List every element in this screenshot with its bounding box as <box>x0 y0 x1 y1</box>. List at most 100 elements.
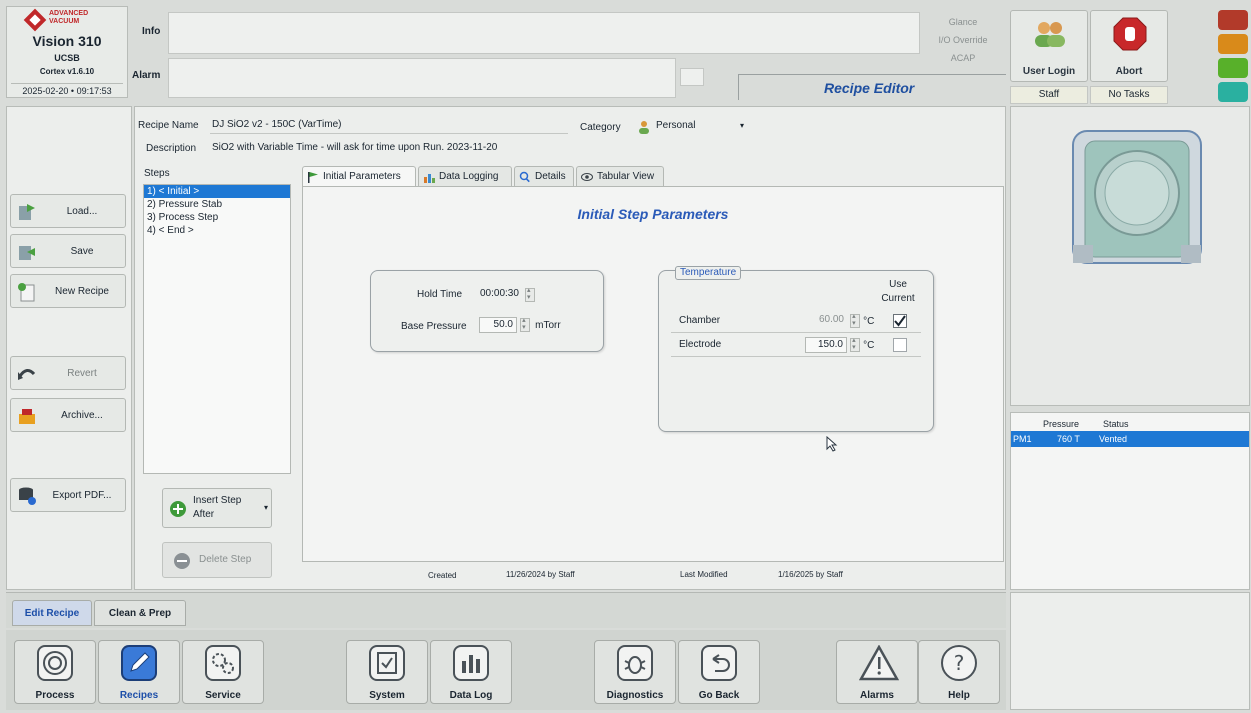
electrode-use-current-checkbox[interactable] <box>893 338 907 352</box>
base-pressure-spinner-icon[interactable] <box>520 316 531 332</box>
insert-step-label-2: After <box>193 509 215 520</box>
chamber-temp-spinner-icon[interactable] <box>850 312 861 328</box>
tab-details[interactable]: Details <box>514 166 574 186</box>
svg-text:?: ? <box>954 651 965 675</box>
abort-button[interactable]: Abort <box>1090 10 1168 82</box>
bug-icon <box>617 645 653 681</box>
tab-details-label: Details <box>535 171 566 182</box>
hold-time-spinner-icon[interactable] <box>525 286 535 302</box>
step-item-end[interactable]: 4) < End > <box>144 224 290 237</box>
temperature-row-chamber: Chamber 60.00 °C <box>671 311 921 333</box>
acap-button[interactable]: ACAP <box>930 50 996 66</box>
load-icon <box>19 204 35 220</box>
category-label: Category <box>580 122 621 133</box>
pencil-icon <box>121 645 157 681</box>
base-pressure-field[interactable]: 50.0 mTorr <box>479 316 561 333</box>
nav-data-log[interactable]: Data Log <box>430 640 512 704</box>
nav-help[interactable]: ? Help <box>918 640 1000 704</box>
nav-go-back[interactable]: Go Back <box>678 640 760 704</box>
step-item-initial[interactable]: 1) < Initial > <box>144 185 290 198</box>
delete-step-button[interactable]: Delete Step <box>162 542 272 578</box>
chamber-temp-unit: °C <box>863 315 875 327</box>
eye-icon <box>581 173 593 181</box>
database-export-icon <box>19 487 36 505</box>
steps-list: 1) < Initial > 2) Pressure Stab 3) Proce… <box>143 184 291 474</box>
tab-data-logging[interactable]: Data Logging <box>418 166 512 186</box>
nav-system[interactable]: System <box>346 640 428 704</box>
status-lamp-teal <box>1218 82 1248 102</box>
status-lamp-green <box>1218 58 1248 78</box>
revert-button[interactable]: Revert <box>10 356 126 390</box>
electrode-temp-field[interactable]: 150.0 °C <box>805 336 875 353</box>
archive-label: Archive... <box>61 410 103 421</box>
nav-recipes-label: Recipes <box>119 690 159 701</box>
nav-recipes[interactable]: Recipes <box>98 640 180 704</box>
recipe-name-input[interactable]: DJ SiO2 v2 - 150C (VarTime) <box>210 118 568 134</box>
step-item-pressure-stab[interactable]: 2) Pressure Stab <box>144 198 290 211</box>
user-login-button[interactable]: User Login <box>1010 10 1088 82</box>
tab-tabular-view[interactable]: Tabular View <box>576 166 664 186</box>
save-button[interactable]: Save <box>10 234 126 268</box>
step-item-process-step[interactable]: 3) Process Step <box>144 211 290 224</box>
load-button[interactable]: Load... <box>10 194 126 228</box>
category-value: Personal <box>656 120 696 131</box>
person-icon <box>639 121 649 134</box>
nav-go-back-label: Go Back <box>698 690 740 701</box>
nav-alarms[interactable]: Alarms <box>836 640 918 704</box>
electrode-temp-unit: °C <box>863 339 875 351</box>
tab-initial-parameters[interactable]: Initial Parameters <box>302 166 416 186</box>
export-pdf-label: Export PDF... <box>52 490 112 501</box>
process-icon <box>37 645 73 681</box>
company-logo: ADVANCED VACUUM <box>23 8 117 32</box>
revert-icon <box>18 369 36 380</box>
save-label: Save <box>70 246 94 257</box>
description-input[interactable]: SiO2 with Variable Time - will ask for t… <box>210 141 590 157</box>
new-recipe-button[interactable]: New Recipe <box>10 274 126 308</box>
nav-diagnostics[interactable]: Diagnostics <box>594 640 676 704</box>
tab-data-logging-label: Data Logging <box>439 171 499 182</box>
chamber-diagram-icon <box>1072 130 1202 264</box>
nav-diagnostics-label: Diagnostics <box>606 690 664 701</box>
insert-step-button[interactable]: Insert Step After ▾ <box>162 488 272 528</box>
magnifier-icon <box>519 171 530 183</box>
alarm-ack-box[interactable] <box>680 68 704 86</box>
nav-service[interactable]: Service <box>182 640 264 704</box>
category-select[interactable]: Personal ▾ <box>636 118 748 136</box>
chamber-view-panel <box>1010 106 1250 406</box>
new-document-icon <box>18 283 35 302</box>
tab-clean-prep[interactable]: Clean & Prep <box>94 600 186 626</box>
export-pdf-button[interactable]: Export PDF... <box>10 478 126 512</box>
initial-step-heading: Initial Step Parameters <box>577 206 729 222</box>
user-login-label: User Login <box>1022 66 1076 77</box>
glance-button[interactable]: Glance <box>930 14 996 30</box>
chamber-temp-field[interactable]: 60.00 °C <box>805 312 875 329</box>
chamber-use-current-checkbox[interactable] <box>893 314 907 328</box>
tab-tabular-view-label: Tabular View <box>597 171 655 182</box>
io-override-button[interactable]: I/O Override <box>930 32 996 48</box>
nav-process[interactable]: Process <box>14 640 96 704</box>
hold-time-field[interactable]: 00:00:30 <box>477 286 535 303</box>
created-label: Created <box>428 571 457 580</box>
recipe-name-label: Recipe Name <box>138 120 199 131</box>
back-arrow-icon <box>701 645 737 681</box>
electrode-temp-value: 150.0 <box>805 337 847 353</box>
alarm-message-box <box>168 58 676 98</box>
pm-row-pm1[interactable]: PM1 760 T Vented <box>1011 431 1249 447</box>
alarm-label: Alarm <box>132 70 161 81</box>
temperature-group: Temperature Use Current Chamber 60.00 °C… <box>658 266 934 432</box>
status-lamp-red <box>1218 10 1248 30</box>
pm-name: PM1 <box>1013 434 1032 444</box>
archive-button[interactable]: Archive... <box>10 398 126 432</box>
system-name: Vision 310 <box>32 33 102 49</box>
revert-label: Revert <box>67 368 97 379</box>
insert-dropdown-icon: ▾ <box>263 503 268 512</box>
pm-header-pressure: Pressure <box>1043 419 1080 429</box>
screen-title: Recipe Editor <box>824 80 915 96</box>
tab-edit-recipe[interactable]: Edit Recipe <box>12 600 92 626</box>
users-icon <box>1035 22 1065 47</box>
electrode-temp-spinner-icon[interactable] <box>850 336 861 352</box>
logo-mark-icon <box>23 8 47 32</box>
bar-chart-icon <box>424 174 435 183</box>
nav-process-label: Process <box>35 690 75 701</box>
tab-initial-parameters-label: Initial Parameters <box>323 171 401 182</box>
